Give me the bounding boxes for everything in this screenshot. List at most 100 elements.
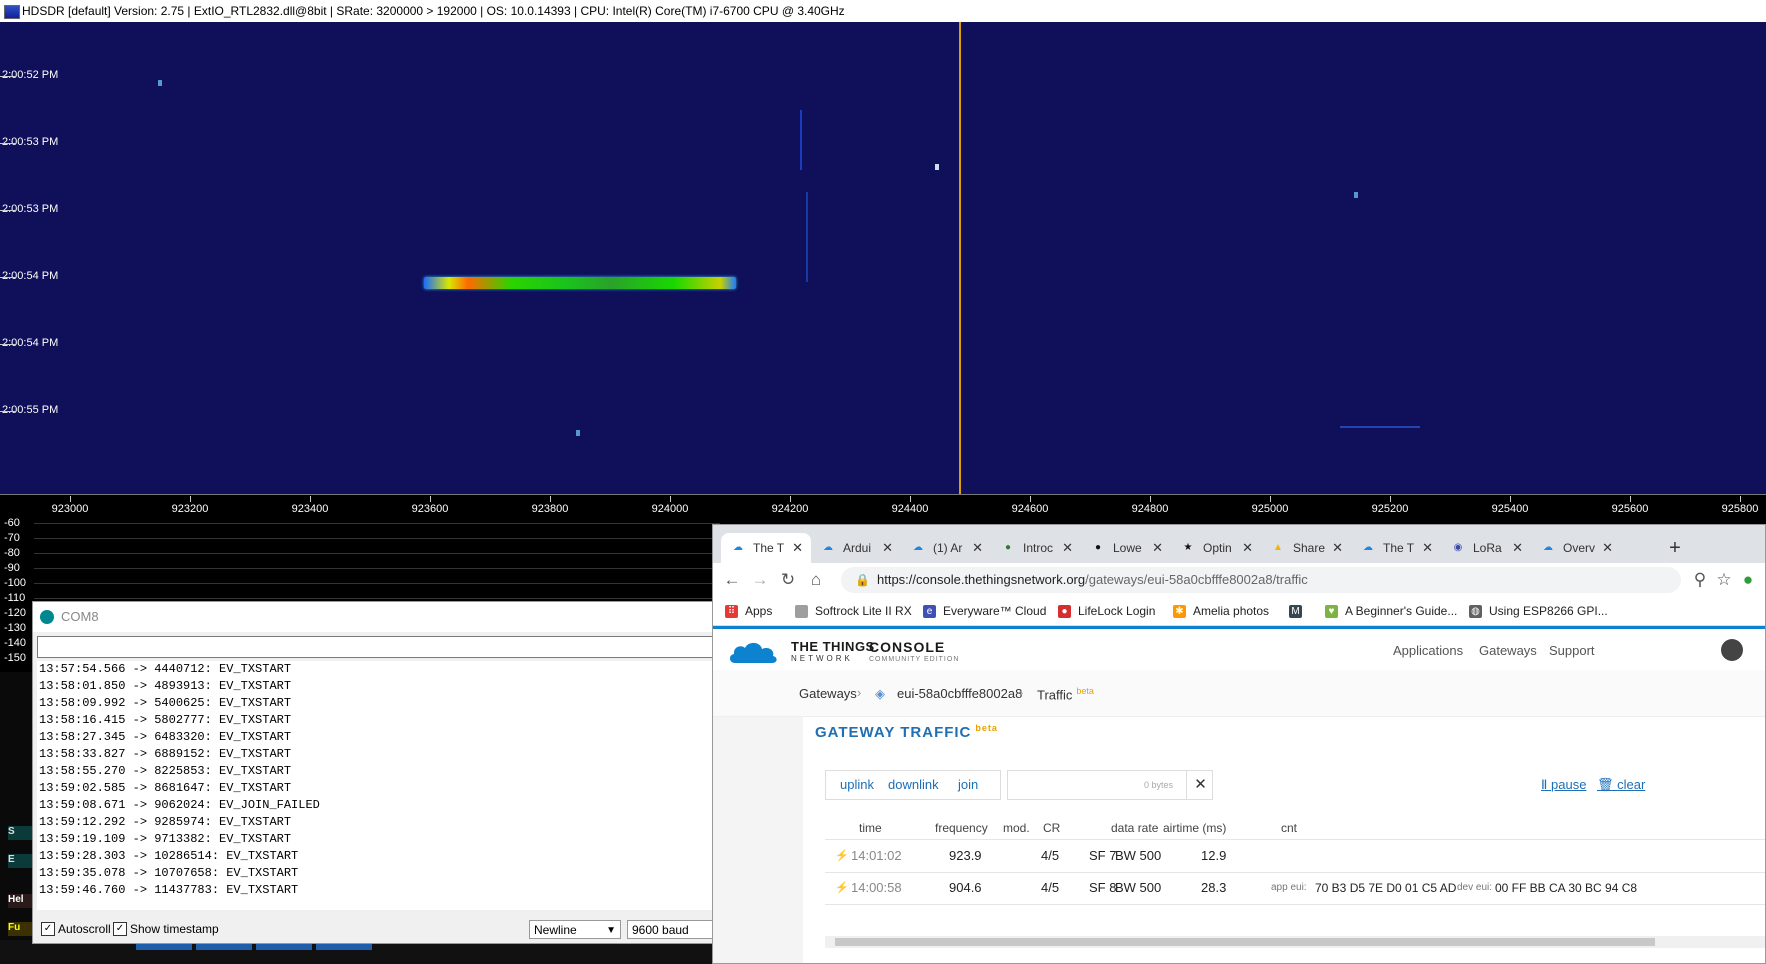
chevron-right-icon: › (1019, 685, 1024, 700)
bookmark-star-icon[interactable]: ☆ (1713, 569, 1735, 591)
hdsdr-button[interactable]: S (8, 826, 34, 840)
filter-downlink[interactable]: downlink (888, 771, 939, 799)
pause-button[interactable]: Ⅱ pause (1541, 777, 1586, 793)
gateway-traffic-panel: GATEWAY TRAFFIC beta uplink downlink join… (803, 717, 1765, 963)
filter-join[interactable]: join (958, 771, 978, 799)
bookmark[interactable]: ✱ Amelia photos (1173, 601, 1269, 621)
tab[interactable]: ◉ LoRa ✕ (1441, 533, 1531, 563)
tuning-center-line[interactable] (959, 22, 961, 494)
db-label: -90 (4, 562, 20, 574)
tab[interactable]: ● Introc ✕ (991, 533, 1081, 563)
time-label: 2:00:54 PM (0, 270, 59, 282)
tab-label: Ardui (843, 541, 872, 555)
traffic-filter-input[interactable]: 0 bytes ✕ (1007, 770, 1213, 800)
close-icon[interactable]: ✕ (1242, 533, 1253, 563)
db-label: -110 (4, 592, 26, 604)
waterfall-display[interactable]: 2:00:52 PM 2:00:53 PM 2:00:53 PM 2:00:54… (0, 22, 1766, 494)
close-icon[interactable]: ✕ (1422, 533, 1433, 563)
breadcrumb: Gateways › ◈ eui-58a0cbfffe8002a8 › Traf… (713, 670, 1765, 717)
address-bar[interactable]: 🔒 https://console.thethingsnetwork.org/g… (841, 567, 1681, 593)
forward-icon[interactable]: → (749, 569, 771, 591)
db-label: -80 (4, 547, 20, 559)
bookmark[interactable]: ◍ Using ESP8266 GPI... (1469, 601, 1608, 621)
log-line: 13:59:35.078 -> 10707658: EV_TXSTART (39, 866, 299, 880)
filter-uplink[interactable]: uplink (840, 771, 874, 799)
close-icon[interactable]: ✕ (972, 533, 983, 563)
reload-icon[interactable]: ↻ (777, 569, 799, 591)
signal-streak (1340, 426, 1420, 428)
lightning-icon: ⚡ (835, 850, 849, 862)
tab-label: Overv (1563, 541, 1596, 555)
app-eui-value: 70 B3 D5 7E D0 01 C5 AD (1315, 881, 1457, 895)
clear-label: clear (1617, 777, 1646, 792)
bookmark[interactable]: Softrock Lite II RX (795, 601, 912, 621)
db-label: -120 (4, 607, 27, 619)
tab[interactable]: ● Lowe ✕ (1081, 533, 1171, 563)
tab[interactable]: ▲ Share ✕ (1261, 533, 1351, 563)
show-timestamp-checkbox[interactable]: ✓ (113, 922, 127, 936)
close-icon[interactable]: ✕ (882, 533, 893, 563)
zoom-icon[interactable]: ⚲ (1689, 569, 1711, 591)
lock-icon: 🔒 (855, 573, 870, 587)
tab[interactable]: ☁ The T ✕ (721, 533, 811, 563)
clear-button[interactable]: 🗑 clear (1597, 777, 1645, 793)
close-icon[interactable]: ✕ (1152, 533, 1163, 563)
bookmark[interactable]: ● LifeLock Login (1058, 601, 1155, 621)
baud-rate-select[interactable]: 9600 baud (627, 920, 719, 939)
home-icon[interactable]: ⌂ (805, 569, 827, 591)
everyware-icon: e (923, 605, 936, 618)
nav-support[interactable]: Support (1549, 643, 1595, 658)
serial-send-input[interactable] (37, 636, 717, 658)
serial-output-log[interactable]: 13:57:54.566 -> 4440712: EV_TXSTART 13:5… (37, 661, 717, 910)
m-icon: M (1289, 605, 1302, 618)
drive-icon: ▲ (1273, 542, 1283, 553)
cell-sf: SF 8 (1089, 880, 1117, 895)
tab[interactable]: ★ Optin ✕ (1171, 533, 1261, 563)
tab[interactable]: ☁ (1) Ar ✕ (901, 533, 991, 563)
close-icon[interactable]: ✕ (1512, 533, 1523, 563)
new-tab-button[interactable]: + (1663, 537, 1687, 561)
tab[interactable]: ☁ The T ✕ (1351, 533, 1441, 563)
tab-label: Introc (1023, 541, 1054, 555)
bookmark-label: LifeLock Login (1078, 604, 1156, 618)
frequency-axis[interactable]: 923000 923200 923400 923600 923800 92400… (0, 494, 1766, 517)
clear-filter-icon[interactable]: ✕ (1186, 771, 1214, 799)
cell-time: 14:01:02 (851, 848, 902, 863)
autoscroll-checkbox[interactable]: ✓ (41, 922, 55, 936)
full-button[interactable]: Fu (8, 922, 34, 936)
cell-time: 14:00:58 (851, 880, 902, 895)
help-button[interactable]: Hel (8, 894, 34, 908)
close-icon[interactable]: ✕ (1062, 533, 1073, 563)
bookmark[interactable]: e Everyware™ Cloud (923, 601, 1046, 621)
hdsdr-button[interactable]: E (8, 854, 34, 868)
user-avatar-icon[interactable] (1721, 639, 1743, 661)
tab-label: The T (753, 541, 785, 555)
table-row[interactable]: ⚡ 14:00:58 904.6 4/5 SF 8 BW 500 28.3 ap… (825, 872, 1765, 905)
cell-airtime: 12.9 (1201, 848, 1227, 863)
scrollbar-thumb[interactable] (835, 938, 1655, 946)
bookmark[interactable]: M (1289, 601, 1309, 621)
ttn-cloud-logo-icon[interactable] (727, 639, 779, 665)
evernote-icon[interactable]: ● (1737, 569, 1759, 591)
nav-applications[interactable]: Applications (1393, 643, 1463, 658)
tab[interactable]: ☁ Overv ✕ (1531, 533, 1621, 563)
close-icon[interactable]: ✕ (1332, 533, 1343, 563)
line-ending-select[interactable]: Newline ▼ (529, 920, 621, 939)
log-line: 13:58:16.415 -> 5802777: EV_TXSTART (39, 713, 292, 727)
nav-gateways[interactable]: Gateways (1479, 643, 1537, 658)
breadcrumb-gateway-id[interactable]: eui-58a0cbfffe8002a8 (897, 686, 1022, 701)
lightning-icon: ⚡ (835, 882, 849, 894)
github-icon: ● (1094, 542, 1102, 553)
close-icon[interactable]: ✕ (792, 533, 803, 563)
tab-strip: ☁ The T ✕ ☁ Ardui ✕ ☁ (1) Ar ✕ ● Introc ✕ ● Lowe ✕… (713, 525, 1765, 563)
table-row[interactable]: ⚡ 14:01:02 923.9 4/5 SF 7 BW 500 12.9 (825, 839, 1765, 873)
bookmark[interactable]: ♥ A Beginner's Guide... (1325, 601, 1457, 621)
horizontal-scrollbar[interactable] (825, 936, 1765, 948)
tab-label: The T (1383, 541, 1415, 555)
bookmark-apps[interactable]: ⠿ Apps (725, 601, 772, 621)
breadcrumb-gateways[interactable]: Gateways (799, 686, 857, 701)
tab[interactable]: ☁ Ardui ✕ (811, 533, 901, 563)
freq-label: 923600 (411, 503, 449, 515)
close-icon[interactable]: ✕ (1602, 533, 1613, 563)
back-icon[interactable]: ← (721, 569, 743, 591)
